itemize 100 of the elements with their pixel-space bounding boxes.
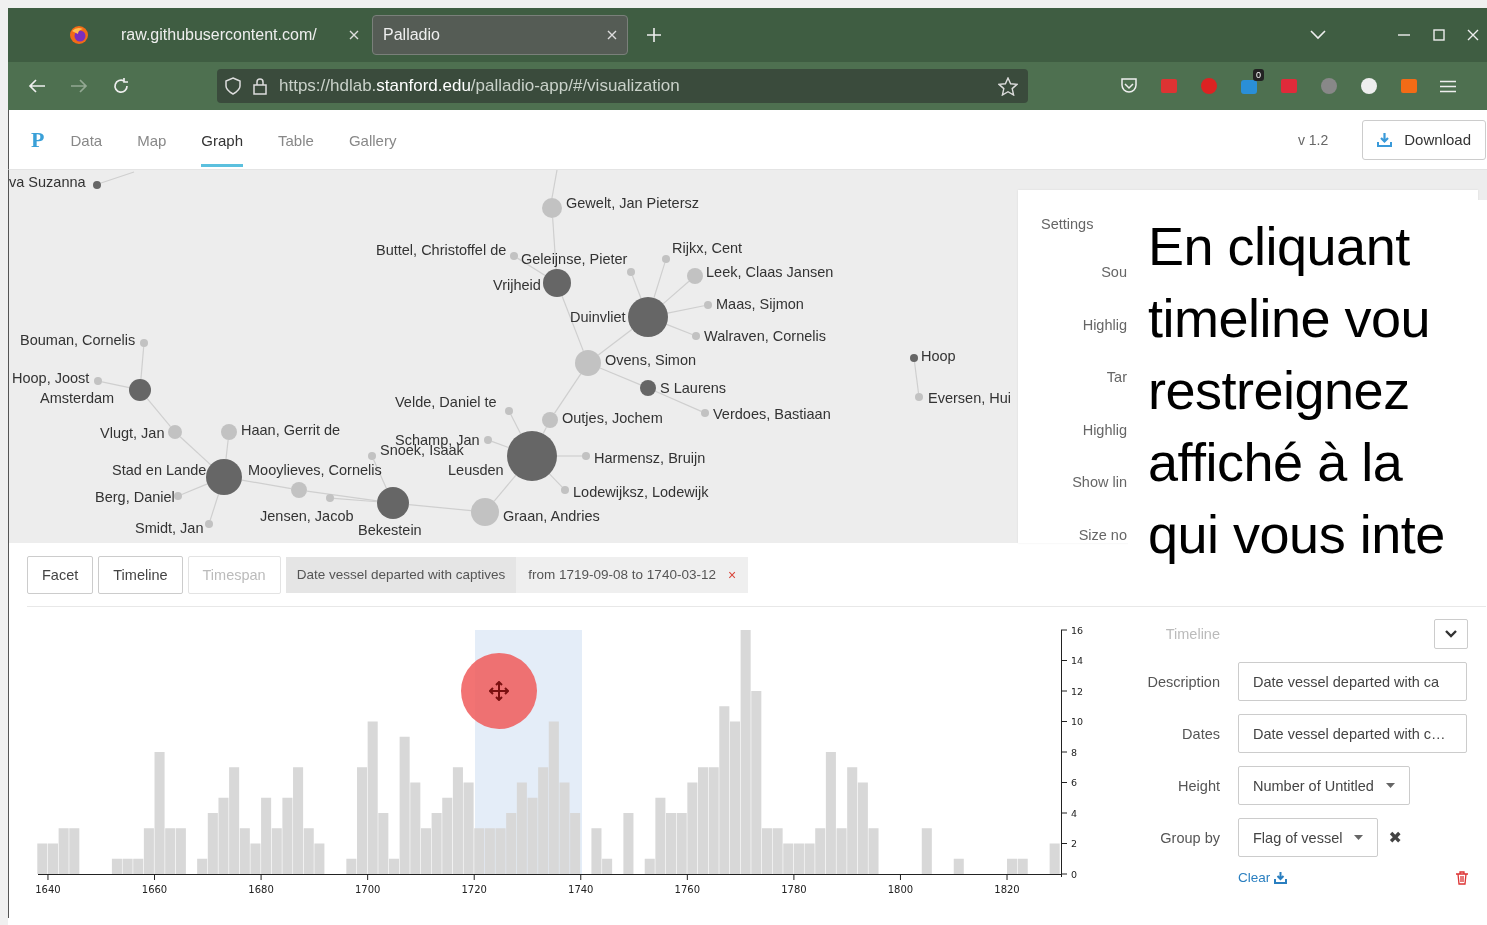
node-label: va Suzanna [9, 173, 86, 191]
nav-tab[interactable]: Map [137, 116, 167, 167]
graph-node[interactable] [692, 332, 700, 340]
graph-node[interactable] [168, 425, 182, 439]
graph-node[interactable] [174, 492, 182, 500]
graph-node[interactable] [561, 486, 569, 494]
extension-icon[interactable] [1240, 77, 1258, 95]
nav-tab[interactable]: Gallery [348, 116, 397, 167]
close-icon[interactable] [1467, 29, 1479, 41]
graph-node[interactable] [628, 297, 668, 337]
extension-icon[interactable] [1360, 77, 1378, 95]
graph-node[interactable] [542, 412, 558, 428]
remove-filter-button[interactable]: × [727, 566, 737, 583]
graph-node[interactable] [291, 482, 307, 498]
text-field[interactable]: Date vessel departed with c… [1238, 714, 1467, 753]
graph-node[interactable] [543, 269, 571, 297]
reload-icon[interactable] [112, 77, 130, 95]
graph-edge [179, 436, 212, 466]
graph-node[interactable] [507, 431, 557, 481]
back-icon[interactable] [28, 78, 46, 94]
nav-tab[interactable]: Data [70, 116, 103, 167]
graph-node[interactable] [575, 350, 601, 376]
mode-button[interactable]: Timeline [98, 555, 183, 594]
graph-node[interactable] [140, 339, 148, 347]
clear-link[interactable]: Clear [1238, 870, 1288, 885]
graph-node[interactable] [484, 436, 492, 444]
maximize-icon[interactable] [1433, 29, 1445, 41]
url-text: https://hdlab.stanford.edu/palladio-app/#/visualization [279, 76, 681, 96]
field-label: Dates [1181, 725, 1220, 742]
graph-node[interactable] [505, 407, 513, 415]
graph-node[interactable] [662, 255, 670, 263]
nav-tab[interactable]: Graph [201, 116, 244, 167]
close-icon[interactable] [349, 30, 359, 40]
graph-node[interactable] [93, 181, 101, 189]
graph-node[interactable] [471, 498, 499, 526]
new-tab-icon[interactable] [646, 27, 662, 43]
graph-node[interactable] [701, 409, 709, 417]
browser-tab[interactable]: Palladio [372, 15, 628, 55]
graph-node[interactable] [542, 198, 562, 218]
graph-node[interactable] [206, 459, 242, 495]
graph-node[interactable] [368, 452, 376, 460]
close-icon[interactable] [607, 30, 617, 40]
dropdown[interactable]: Flag of vessel [1238, 818, 1379, 857]
setting-label: Sou [1101, 264, 1127, 280]
node-label: Maas, Sijmon [716, 295, 804, 313]
browser-tab[interactable]: raw.githubusercontent.com/ [110, 15, 370, 55]
pocket-icon[interactable] [1120, 77, 1138, 95]
minimize-icon[interactable] [1398, 34, 1410, 36]
node-label: Amsterdam [40, 389, 115, 407]
graph-node[interactable] [704, 301, 712, 309]
axis-tick-label: 6 [1071, 777, 1078, 788]
setting-label: Highlig [1082, 316, 1127, 333]
histogram-bar [111, 858, 122, 874]
graph-node[interactable] [915, 393, 923, 401]
trash-icon[interactable] [1456, 870, 1468, 885]
graph-edge [491, 440, 510, 449]
graph-node[interactable] [582, 452, 590, 460]
collapse-button[interactable] [1434, 619, 1468, 649]
graph-edge [408, 503, 472, 512]
graph-node[interactable] [910, 354, 918, 362]
graph-node[interactable] [510, 252, 518, 260]
mode-button[interactable]: Facet [27, 555, 94, 594]
axis-tick-label: 12 [1071, 685, 1084, 697]
node-label: Leusden [448, 461, 504, 479]
histogram-bar [1007, 858, 1018, 874]
filter-range: from 1719-09-08 to 1740-03-12 × [516, 556, 749, 593]
graph-node[interactable] [687, 268, 703, 284]
star-icon[interactable] [998, 76, 1018, 96]
setting-label: Show lin [1072, 474, 1127, 490]
text-field[interactable]: Date vessel departed with ca [1238, 662, 1467, 701]
node-label: Berg, Daniel [95, 488, 175, 506]
graph-node[interactable] [205, 520, 213, 528]
address-bar[interactable]: https://hdlab.stanford.edu/palladio-app/#/visualization [217, 69, 1028, 103]
settings-title: Settings [1041, 216, 1094, 232]
graph-node[interactable] [326, 494, 334, 502]
dropdown[interactable]: Number of Untitled [1238, 766, 1410, 805]
version-label: v 1.2 [1297, 131, 1329, 148]
nav-tab[interactable]: Table [278, 116, 314, 167]
graph-node[interactable] [377, 487, 409, 519]
field-label: Height [1177, 777, 1220, 794]
axis-tick-label: 2 [1071, 838, 1078, 849]
graph-node[interactable] [221, 424, 237, 440]
lock-icon[interactable] [253, 77, 267, 95]
node-label: Bouman, Cornelis [20, 331, 136, 349]
forward-icon[interactable] [70, 78, 88, 94]
graph-node[interactable] [627, 268, 635, 276]
remove-button[interactable]: ✖ [1388, 828, 1402, 847]
axis-tick-label: 1660 [141, 884, 168, 895]
shield-icon[interactable] [225, 77, 241, 95]
chevron-down-icon[interactable] [1310, 30, 1326, 40]
field-label: Group by [1159, 829, 1220, 846]
axis-tick-label: 1680 [248, 884, 274, 895]
node-label: Ovens, Simon [605, 351, 697, 369]
download-button[interactable]: Download [1362, 119, 1486, 160]
graph-node[interactable] [94, 377, 102, 385]
menu-icon[interactable] [1440, 79, 1456, 93]
node-label: Verdoes, Bastiaan [713, 405, 831, 423]
graph-edge [493, 474, 517, 502]
graph-node[interactable] [129, 379, 151, 401]
graph-node[interactable] [640, 380, 656, 396]
